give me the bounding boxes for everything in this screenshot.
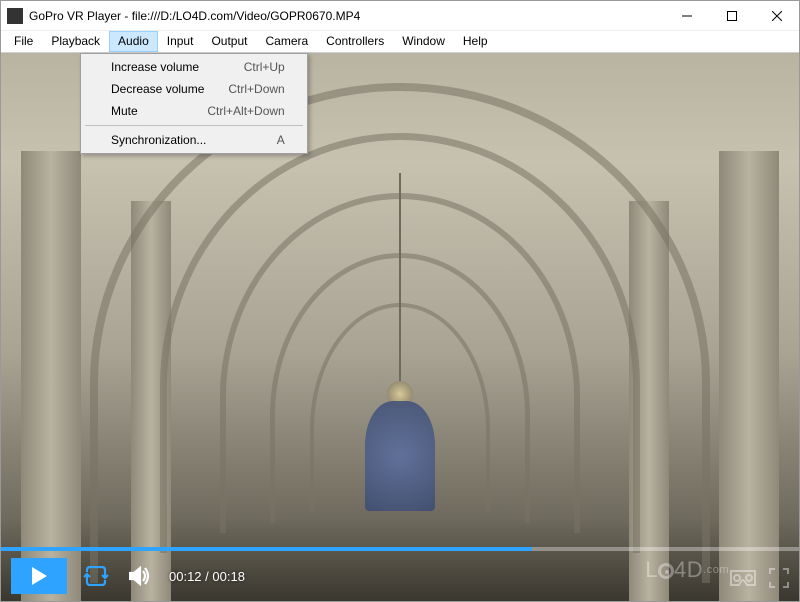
dropdown-decrease-volume[interactable]: Decrease volume Ctrl+Down <box>83 78 305 100</box>
menu-camera[interactable]: Camera <box>256 31 317 52</box>
app-icon <box>7 8 23 24</box>
dropdown-item-label: Increase volume <box>111 60 199 74</box>
window-controls <box>664 1 799 31</box>
dropdown-item-shortcut: A <box>277 133 285 147</box>
fullscreen-icon <box>769 568 789 588</box>
menu-window[interactable]: Window <box>393 31 454 52</box>
play-icon <box>30 566 48 586</box>
minimize-icon <box>682 11 692 21</box>
volume-button[interactable] <box>125 561 155 591</box>
minimize-button[interactable] <box>664 1 709 31</box>
scene-chandelier <box>399 173 401 393</box>
menu-input[interactable]: Input <box>158 31 203 52</box>
menu-output[interactable]: Output <box>202 31 256 52</box>
menu-file[interactable]: File <box>5 31 42 52</box>
maximize-icon <box>727 11 737 21</box>
audio-dropdown: Increase volume Ctrl+Up Decrease volume … <box>80 53 308 154</box>
dropdown-item-label: Decrease volume <box>111 82 204 96</box>
close-icon <box>772 11 782 21</box>
time-separator: / <box>202 569 213 584</box>
fullscreen-button[interactable] <box>769 568 789 591</box>
file-path-label: file:///D:/LO4D.com/Video/GOPR0670.MP4 <box>132 9 361 23</box>
dropdown-synchronization[interactable]: Synchronization... A <box>83 129 305 151</box>
dropdown-item-shortcut: Ctrl+Up <box>244 60 285 74</box>
menu-help[interactable]: Help <box>454 31 497 52</box>
timecode: 00:12 / 00:18 <box>169 569 245 584</box>
scene-stained-glass <box>365 401 435 511</box>
dropdown-separator <box>85 125 303 126</box>
dropdown-item-label: Synchronization... <box>111 133 206 147</box>
dropdown-item-shortcut: Ctrl+Down <box>228 82 284 96</box>
right-tool-icons <box>729 568 789 591</box>
play-button[interactable] <box>11 558 67 594</box>
current-time: 00:12 <box>169 569 202 584</box>
volume-icon <box>129 566 151 586</box>
titlebar: GoPro VR Player - file:///D:/LO4D.com/Vi… <box>1 1 799 31</box>
menubar: File Playback Audio Input Output Camera … <box>1 31 799 53</box>
window-title: GoPro VR Player - file:///D:/LO4D.com/Vi… <box>29 9 360 23</box>
vr-cardboard-icon <box>729 568 757 588</box>
player-controls: 00:12 / 00:18 <box>1 551 799 601</box>
app-name-label: GoPro VR Player <box>29 9 121 23</box>
vr-cardboard-button[interactable] <box>729 568 757 591</box>
dropdown-mute[interactable]: Mute Ctrl+Alt+Down <box>83 100 305 122</box>
menu-controllers[interactable]: Controllers <box>317 31 393 52</box>
dropdown-increase-volume[interactable]: Increase volume Ctrl+Up <box>83 56 305 78</box>
title-separator: - <box>121 9 132 23</box>
menu-playback[interactable]: Playback <box>42 31 109 52</box>
titlebar-left: GoPro VR Player - file:///D:/LO4D.com/Vi… <box>1 8 360 24</box>
dropdown-item-label: Mute <box>111 104 138 118</box>
app-window: GoPro VR Player - file:///D:/LO4D.com/Vi… <box>0 0 800 602</box>
duration: 00:18 <box>212 569 245 584</box>
loop-icon <box>83 566 109 586</box>
menu-audio[interactable]: Audio <box>109 31 158 52</box>
dropdown-item-shortcut: Ctrl+Alt+Down <box>207 104 284 118</box>
maximize-button[interactable] <box>709 1 754 31</box>
close-button[interactable] <box>754 1 799 31</box>
loop-button[interactable] <box>81 561 111 591</box>
